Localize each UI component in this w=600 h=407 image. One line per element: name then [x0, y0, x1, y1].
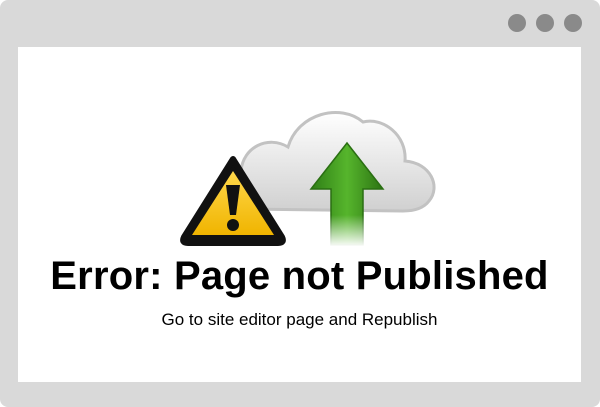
error-message: Go to site editor page and Republish	[161, 310, 438, 329]
error-page-content: Error: Page not Published Go to site edi…	[18, 47, 581, 382]
error-title: Error: Page not Published	[50, 254, 549, 298]
window-titlebar	[0, 0, 600, 46]
window-dot-icon[interactable]	[508, 14, 526, 32]
browser-window-frame: Error: Page not Published Go to site edi…	[0, 0, 600, 407]
window-controls	[508, 14, 582, 32]
window-dot-icon[interactable]	[536, 14, 554, 32]
cloud-upload-warning-illustration	[180, 111, 436, 247]
window-dot-icon[interactable]	[564, 14, 582, 32]
